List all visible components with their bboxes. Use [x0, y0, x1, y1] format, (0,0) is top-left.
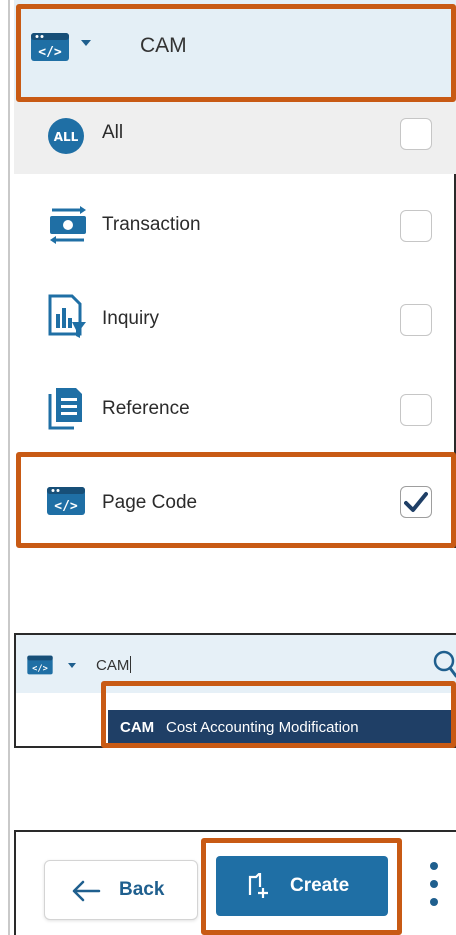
type-filter-panel: </> CAM ALL All Transaction Inquiry Refe… — [14, 0, 456, 548]
menu-item-label: Page Code — [102, 492, 198, 513]
page-code-icon: </> — [47, 487, 85, 515]
menu-item-page-code[interactable]: </> Page Code — [14, 456, 456, 546]
create-label: Create — [290, 875, 350, 896]
chevron-down-icon[interactable] — [68, 663, 76, 668]
all-badge-icon: ALL — [48, 118, 84, 154]
action-bar: Back Create — [14, 830, 456, 935]
checkbox-all[interactable] — [400, 118, 432, 150]
checkbox-transaction[interactable] — [400, 210, 432, 242]
svg-text:</>: </> — [54, 499, 78, 514]
checkbox-inquiry[interactable] — [400, 304, 432, 336]
menu-item-transaction[interactable]: Transaction — [14, 180, 456, 270]
new-document-icon — [248, 873, 268, 898]
suggestion-item[interactable]: CAM Cost Accounting Modification — [108, 710, 456, 746]
svg-text:</>: </> — [38, 45, 62, 60]
inquiry-report-icon — [48, 294, 86, 338]
svg-text:ALL: ALL — [54, 130, 79, 144]
left-divider — [8, 0, 10, 935]
menu-item-label: Transaction — [102, 214, 201, 235]
menu-item-label: All — [102, 122, 124, 143]
suggestion-code: CAM — [120, 719, 155, 736]
menu-item-all[interactable]: ALL All — [14, 100, 456, 174]
svg-text:</>: </> — [32, 664, 48, 674]
search-panel: </> CAM CAM Cost Accounting Modification — [14, 633, 456, 748]
page-code-icon: </> — [31, 33, 69, 61]
menu-item-reference[interactable]: Reference — [14, 364, 456, 454]
suggestion-name: Cost Accounting Modification — [166, 719, 359, 736]
menu-item-label: Inquiry — [102, 308, 160, 329]
transaction-icon — [50, 206, 86, 244]
search-bar: </> CAM — [16, 635, 456, 693]
search-input[interactable]: CAM — [96, 656, 132, 674]
checkbox-page-code[interactable] — [400, 486, 432, 518]
reference-document-icon — [48, 388, 82, 430]
create-button[interactable]: Create — [216, 856, 388, 916]
menu-item-label: Reference — [102, 398, 190, 419]
checkmark-icon — [404, 492, 428, 512]
filter-header[interactable]: </> CAM — [14, 0, 456, 100]
back-button[interactable]: Back — [44, 860, 198, 920]
chevron-down-icon[interactable] — [81, 40, 91, 46]
page-code-icon[interactable]: </> — [26, 655, 54, 675]
filter-title: CAM — [140, 34, 187, 57]
back-label: Back — [119, 879, 165, 900]
more-options-icon[interactable] — [428, 862, 440, 912]
search-icon[interactable] — [432, 649, 456, 679]
checkbox-reference[interactable] — [400, 394, 432, 426]
arrow-left-icon — [72, 880, 101, 902]
menu-item-inquiry[interactable]: Inquiry — [14, 272, 456, 364]
